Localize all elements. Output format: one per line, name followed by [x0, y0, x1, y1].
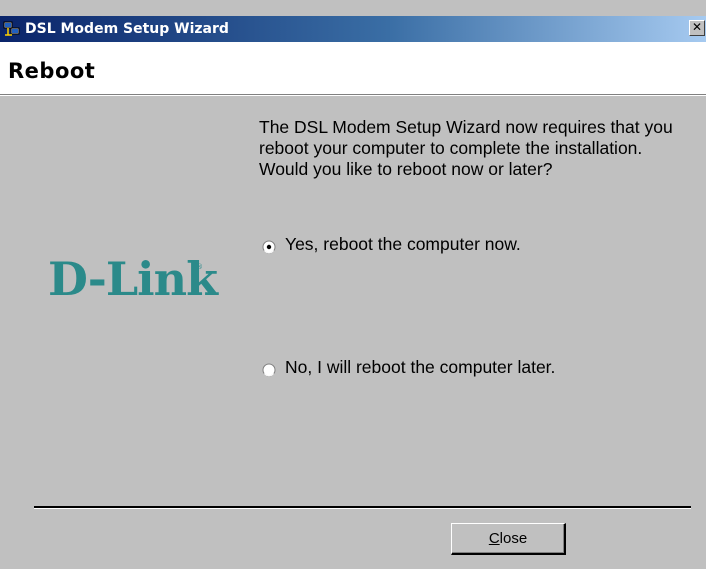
close-button-mnemonic: C — [488, 530, 500, 547]
wizard-header: Reboot — [0, 42, 706, 95]
reboot-message: The DSL Modem Setup Wizard now requires … — [259, 117, 673, 179]
radio-unselected-icon[interactable] — [262, 361, 276, 376]
reboot-later-label: No, I will reboot the computer later. — [285, 357, 556, 377]
close-button-label: lose — [499, 530, 528, 547]
reboot-now-option[interactable]: Yes, reboot the computer now. — [262, 234, 521, 255]
header-divider — [0, 95, 706, 96]
network-computer-icon — [3, 20, 21, 38]
radio-selected-icon[interactable] — [262, 238, 276, 253]
close-button[interactable]: Close — [451, 523, 566, 555]
registered-mark: ® — [196, 263, 203, 271]
reboot-now-label: Yes, reboot the computer now. — [285, 234, 521, 254]
page-title: Reboot — [8, 59, 96, 83]
window-title: DSL Modem Setup Wizard — [25, 21, 229, 37]
reboot-later-option[interactable]: No, I will reboot the computer later. — [262, 357, 555, 378]
close-icon[interactable]: ✕ — [689, 20, 705, 36]
footer-separator-highlight — [34, 508, 691, 509]
dlink-logo: D-Link — [48, 252, 218, 306]
setup-wizard-window: DSL Modem Setup Wizard ✕ Reboot D-Link ®… — [0, 0, 706, 569]
title-bar[interactable]: DSL Modem Setup Wizard ✕ — [0, 16, 706, 42]
